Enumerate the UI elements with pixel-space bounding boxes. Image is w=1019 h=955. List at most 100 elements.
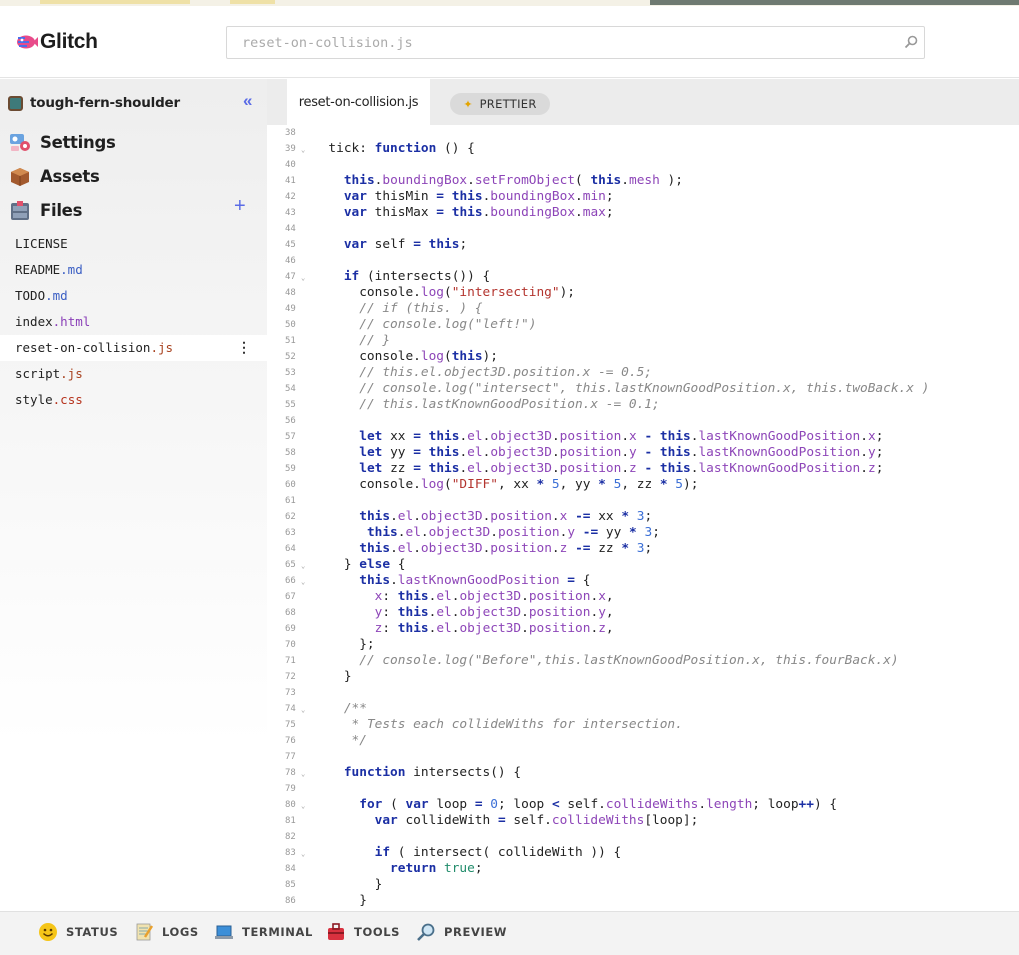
code-line[interactable]: 78 ⌄ function intersects() { — [267, 765, 1019, 781]
code-line[interactable]: 71 // console.log("Before",this.lastKnow… — [267, 653, 1019, 669]
code-line[interactable]: 51 // } — [267, 333, 1019, 349]
code-line[interactable]: 56 — [267, 413, 1019, 429]
fold-chevron-icon[interactable]: ⌄ — [301, 574, 305, 590]
tools-button[interactable]: TOOLS — [326, 922, 400, 942]
fold-chevron-icon[interactable]: ⌄ — [301, 270, 305, 286]
fold-chevron-icon[interactable]: ⌄ — [301, 558, 305, 574]
collapse-sidebar-button[interactable]: « — [243, 91, 253, 111]
code-line[interactable]: 79 — [267, 781, 1019, 797]
fold-chevron-icon[interactable]: ⌄ — [301, 142, 305, 158]
project-header[interactable]: tough-fern-shoulder — [8, 95, 180, 111]
code-line[interactable]: 74 ⌄ /** — [267, 701, 1019, 717]
prettier-button[interactable]: ✦ PRETTIER — [450, 93, 550, 115]
file-item-script[interactable]: script.js — [0, 361, 267, 387]
code-line[interactable]: 68 y: this.el.object3D.position.y, — [267, 605, 1019, 621]
code-line[interactable]: 70 }; — [267, 637, 1019, 653]
line-number: 69 — [285, 624, 296, 634]
logs-button[interactable]: LOGS — [134, 922, 199, 942]
sidebar-item-files[interactable]: Files — [8, 198, 82, 222]
add-file-button[interactable]: + — [234, 195, 246, 218]
code-line[interactable]: 64 this.el.object3D.position.z -= zz * 3… — [267, 541, 1019, 557]
code-line[interactable]: 58 let yy = this.el.object3D.position.y … — [267, 445, 1019, 461]
file-item-index[interactable]: index.html — [0, 309, 267, 335]
code-editor[interactable]: 38 39 ⌄ tick: function () {40 41 this.bound… — [267, 125, 1019, 911]
file-base: style — [15, 392, 53, 407]
code-text: this.el.object3D.position.z -= zz * 3; — [359, 541, 653, 556]
file-item-todo[interactable]: TODO.md — [0, 283, 267, 309]
settings-icon — [10, 134, 30, 151]
fold-chevron-icon[interactable]: ⌄ — [301, 766, 305, 782]
code-line[interactable]: 75 * Tests each collideWiths for interse… — [267, 717, 1019, 733]
code-line[interactable]: 73 — [267, 685, 1019, 701]
code-line[interactable]: 62 this.el.object3D.position.x -= xx * 3… — [267, 509, 1019, 525]
code-line[interactable]: 45 var self = this; — [267, 237, 1019, 253]
file-item-style[interactable]: style.css — [0, 387, 267, 413]
code-line[interactable]: 86 } — [267, 893, 1019, 909]
line-number: 52 — [285, 352, 296, 362]
code-line[interactable]: 67 x: this.el.object3D.position.x, — [267, 589, 1019, 605]
code-line[interactable]: 53 // this.el.object3D.position.x -= 0.5… — [267, 365, 1019, 381]
code-line[interactable]: 52 console.log(this); — [267, 349, 1019, 365]
code-line[interactable]: 80 ⌄ for ( var loop = 0; loop < self.coll… — [267, 797, 1019, 813]
tab-reset-on-collision[interactable]: reset-on-collision.js — [287, 79, 430, 125]
code-line[interactable]: 39 ⌄ tick: function () { — [267, 141, 1019, 157]
code-line[interactable]: 83 ⌄ if ( intersect( collideWith )) { — [267, 845, 1019, 861]
code-text: if (intersects()) { — [343, 269, 491, 284]
file-ext: .md — [45, 288, 68, 303]
code-line[interactable]: 46 — [267, 253, 1019, 269]
sidebar-item-assets[interactable]: Assets — [8, 164, 100, 188]
sidebar-item-settings[interactable]: Settings — [8, 130, 116, 154]
code-text: let yy = this.el.object3D.position.y - t… — [359, 445, 884, 460]
code-line[interactable]: 41 this.boundingBox.setFromObject( this.… — [267, 173, 1019, 189]
code-line[interactable]: 42 var thisMin = this.boundingBox.min; — [267, 189, 1019, 205]
code-line[interactable]: 66 ⌄ this.lastKnownGoodPosition = { — [267, 573, 1019, 589]
code-line[interactable]: 69 z: this.el.object3D.position.z, — [267, 621, 1019, 637]
code-line[interactable]: 63 this.el.object3D.position.y -= yy * 3… — [267, 525, 1019, 541]
code-line[interactable]: 65 ⌄ } else { — [267, 557, 1019, 573]
code-line[interactable]: 85 } — [267, 877, 1019, 893]
code-line[interactable]: 48 console.log("intersecting"); — [267, 285, 1019, 301]
code-line[interactable]: 54 // console.log("intersect", this.last… — [267, 381, 1019, 397]
code-line[interactable]: 38 — [267, 125, 1019, 141]
code-line[interactable]: 55 // this.lastKnownGoodPosition.x -= 0.… — [267, 397, 1019, 413]
line-number: 75 — [285, 720, 296, 730]
code-line[interactable]: 43 var thisMax = this.boundingBox.max; — [267, 205, 1019, 221]
file-base: TODO — [15, 288, 46, 303]
code-text: // console.log("intersect", this.lastKno… — [359, 381, 930, 396]
file-item-reset-on-collision[interactable]: reset-on-collision.js ⋮ — [0, 335, 267, 361]
search-box[interactable] — [226, 26, 925, 59]
fold-chevron-icon[interactable]: ⌄ — [301, 798, 305, 814]
code-line[interactable]: 60 console.log("DIFF", xx * 5, yy * 5, z… — [267, 477, 1019, 493]
file-item-readme[interactable]: README.md — [0, 257, 267, 283]
file-options-icon[interactable]: ⋮ — [237, 335, 251, 361]
code-line[interactable]: 49 // if (this. ) { — [267, 301, 1019, 317]
code-line[interactable]: 72 } — [267, 669, 1019, 685]
code-text: x: this.el.object3D.position.x, — [374, 589, 614, 604]
code-line[interactable]: 57 let xx = this.el.object3D.position.x … — [267, 429, 1019, 445]
code-text: this.boundingBox.setFromObject( this.mes… — [343, 173, 683, 188]
search-input[interactable] — [227, 27, 887, 58]
code-line[interactable]: 50 // console.log("left!") — [267, 317, 1019, 333]
status-button[interactable]: STATUS — [38, 922, 118, 942]
search-icon[interactable] — [904, 35, 918, 49]
code-text: for ( var loop = 0; loop < self.collideW… — [359, 797, 838, 812]
code-line[interactable]: 44 — [267, 221, 1019, 237]
code-line[interactable]: 76 */ — [267, 733, 1019, 749]
preview-button[interactable]: PREVIEW — [416, 922, 507, 942]
fold-chevron-icon[interactable]: ⌄ — [301, 846, 305, 862]
code-line[interactable]: 40 — [267, 157, 1019, 173]
code-line[interactable]: 82 — [267, 829, 1019, 845]
glitch-logo[interactable]: Glitch — [16, 30, 98, 54]
file-item-license[interactable]: LICENSE — [0, 231, 267, 257]
laptop-terminal-icon — [215, 925, 233, 939]
glitch-fish-icon — [17, 35, 38, 49]
code-line[interactable]: 59 let zz = this.el.object3D.position.z … — [267, 461, 1019, 477]
fold-chevron-icon[interactable]: ⌄ — [301, 702, 305, 718]
code-line[interactable]: 47 ⌄ if (intersects()) { — [267, 269, 1019, 285]
code-line[interactable]: 61 — [267, 493, 1019, 509]
logo-wordmark: Glitch — [40, 30, 98, 53]
code-line[interactable]: 81 var collideWith = self.collideWiths[l… — [267, 813, 1019, 829]
code-line[interactable]: 84 return true; — [267, 861, 1019, 877]
terminal-button[interactable]: TERMINAL — [214, 922, 313, 942]
code-line[interactable]: 77 — [267, 749, 1019, 765]
